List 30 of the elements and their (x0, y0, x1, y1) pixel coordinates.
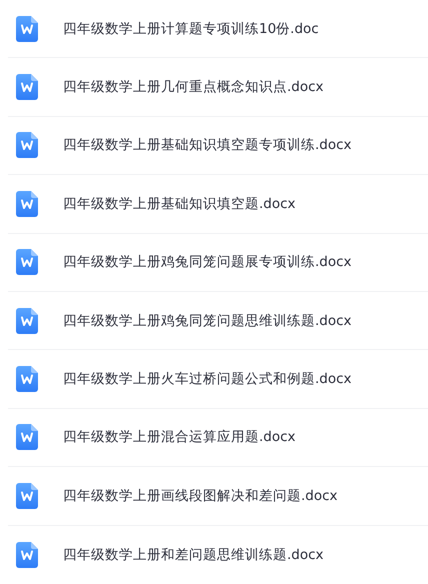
file-name: 四年级数学上册几何重点概念知识点.docx (63, 78, 324, 96)
word-document-icon (16, 74, 38, 100)
word-document-icon (16, 132, 38, 158)
word-document-icon (16, 424, 38, 450)
word-document-icon (16, 249, 38, 276)
word-document-icon (16, 542, 38, 568)
word-document-icon (16, 366, 38, 392)
word-document-icon (16, 16, 38, 42)
file-row[interactable]: 四年级数学上册计算题专项训练10份.doc (8, 0, 428, 58)
file-name: 四年级数学上册计算题专项训练10份.doc (63, 20, 319, 38)
file-name: 四年级数学上册混合运算应用题.docx (63, 428, 296, 446)
file-row[interactable]: 四年级数学上册鸡兔同笼问题思维训练题.docx (8, 292, 428, 350)
file-row[interactable]: 四年级数学上册画线段图解决和差问题.docx (8, 467, 428, 526)
file-name: 四年级数学上册鸡兔同笼问题展专项训练.docx (63, 253, 352, 272)
file-name: 四年级数学上册画线段图解决和差问题.docx (63, 486, 338, 505)
file-row[interactable]: 四年级数学上册基础知识填空题专项训练.docx (8, 116, 428, 176)
file-name: 四年级数学上册基础知识填空题专项训练.docx (63, 136, 352, 154)
file-name: 四年级数学上册火车过桥问题公式和例题.docx (63, 370, 352, 388)
file-name: 四年级数学上册鸡兔同笼问题思维训练题.docx (63, 312, 352, 330)
file-row[interactable]: 四年级数学上册几何重点概念知识点.docx (8, 58, 428, 117)
file-row[interactable]: 四年级数学上册火车过桥问题公式和例题.docx (8, 350, 428, 409)
file-name: 四年级数学上册基础知识填空题.docx (63, 194, 296, 213)
file-name: 四年级数学上册和差问题思维训练题.docx (63, 546, 324, 564)
file-row[interactable]: 四年级数学上册和差问题思维训练题.docx (8, 526, 428, 584)
file-row[interactable]: 四年级数学上册鸡兔同笼问题展专项训练.docx (8, 234, 428, 292)
word-document-icon (16, 308, 38, 334)
file-row[interactable]: 四年级数学上册混合运算应用题.docx (8, 408, 428, 468)
word-document-icon (16, 190, 38, 217)
word-document-icon (16, 482, 38, 509)
file-row[interactable]: 四年级数学上册基础知识填空题.docx (8, 175, 428, 234)
